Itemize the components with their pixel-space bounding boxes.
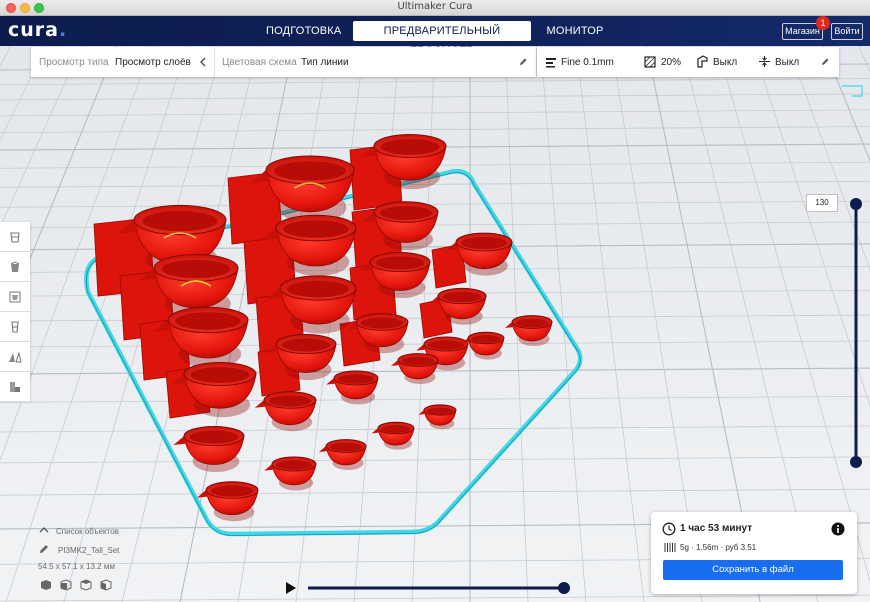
tab-prepare[interactable]: ПОДГОТОВКА: [266, 21, 341, 41]
pencil-icon[interactable]: [38, 543, 50, 555]
clock-icon: [662, 522, 676, 536]
material-usage: 5g · 1.56m · руб 3.51: [680, 543, 757, 552]
print-time: 1 час 53 минут: [680, 523, 753, 534]
window-title: Ultimaker Cura: [397, 1, 473, 12]
pencil-icon[interactable]: [820, 57, 830, 67]
tool-sidebar: [0, 222, 30, 402]
mirror-tool[interactable]: [0, 342, 30, 372]
simulation-bar: [286, 582, 570, 594]
view-type-label: Просмотр типа: [39, 57, 109, 68]
scale-icon: [9, 291, 21, 302]
object-dimensions: 54.5 x 57.1 x 13.2 мм: [38, 562, 115, 571]
play-icon[interactable]: [286, 582, 296, 594]
view-3d-icon[interactable]: [41, 580, 51, 590]
object-list-toggle[interactable]: Список объектов: [56, 527, 119, 536]
profile-value[interactable]: Fine 0.1mm: [561, 57, 614, 68]
app-header: cura. ПОДГОТОВКА ПРЕДВАРИТЕЛЬНЫЙ ПРОСМОТ…: [0, 16, 870, 57]
per-model-icon: [10, 381, 20, 392]
view-toolbar: Просмотр типа Просмотр слоёв Цветовая сх…: [31, 47, 536, 77]
signin-button[interactable]: Войти: [831, 23, 863, 40]
path-slider-handle[interactable]: [558, 582, 570, 594]
save-to-file-button[interactable]: Сохранить в файл: [663, 560, 843, 580]
color-scheme-label: Цветовая схема: [222, 57, 297, 68]
adhesion-value[interactable]: Выкл: [775, 57, 799, 68]
object-name[interactable]: PI3MK2_Tall_Set: [58, 546, 119, 555]
support-value[interactable]: Выкл: [713, 57, 737, 68]
view-orientation-bar: [41, 579, 112, 591]
layer-slider-bottom-handle: [850, 456, 862, 468]
pencil-icon[interactable]: [518, 57, 528, 67]
color-scheme-select[interactable]: Тип линии: [301, 57, 349, 68]
profile-layers-icon: [546, 58, 556, 68]
adhesion-icon: [759, 56, 770, 67]
infill-icon: [644, 56, 656, 68]
view-type-select[interactable]: Просмотр слоёв: [115, 57, 191, 68]
layer-slider-top-handle: [850, 198, 862, 210]
print-settings-toolbar[interactable]: Fine 0.1mm 20% Выкл Выкл: [537, 47, 839, 77]
support-icon: [697, 55, 708, 68]
view-left-icon[interactable]: [100, 579, 112, 591]
layer-slider[interactable]: [845, 196, 867, 472]
rotate-icon: [11, 320, 19, 333]
print-info-panel: 1 час 53 минут 5g · 1.56m · руб 3.51 Сох…: [651, 512, 857, 594]
rotate-tool[interactable]: [0, 312, 30, 342]
marketplace-badge: 1: [816, 16, 830, 30]
window-titlebar: Ultimaker Cura: [0, 0, 870, 16]
info-icon[interactable]: [831, 522, 845, 536]
per-model-settings-tool[interactable]: [0, 372, 30, 402]
chevron-up-icon[interactable]: [39, 526, 49, 534]
chevron-left-icon[interactable]: [199, 57, 207, 67]
view-top-icon[interactable]: [80, 579, 92, 591]
view-front-icon[interactable]: [60, 579, 72, 591]
scale-tool[interactable]: [0, 282, 30, 312]
infill-value[interactable]: 20%: [661, 57, 681, 68]
cup-filled-icon: [10, 260, 20, 272]
open-file-tool[interactable]: [0, 222, 30, 252]
tab-monitor[interactable]: МОНИТОР: [544, 21, 606, 41]
spool-icon: [664, 543, 676, 552]
cura-logo: cura.: [8, 19, 68, 41]
cup-outline-icon: [10, 231, 20, 243]
tab-preview[interactable]: ПРЕДВАРИТЕЛЬНЫЙ ПРОСМОТР: [353, 21, 531, 57]
mirror-icon: [9, 350, 22, 362]
move-tool[interactable]: [0, 252, 30, 282]
layer-number-input[interactable]: 130: [806, 194, 838, 212]
